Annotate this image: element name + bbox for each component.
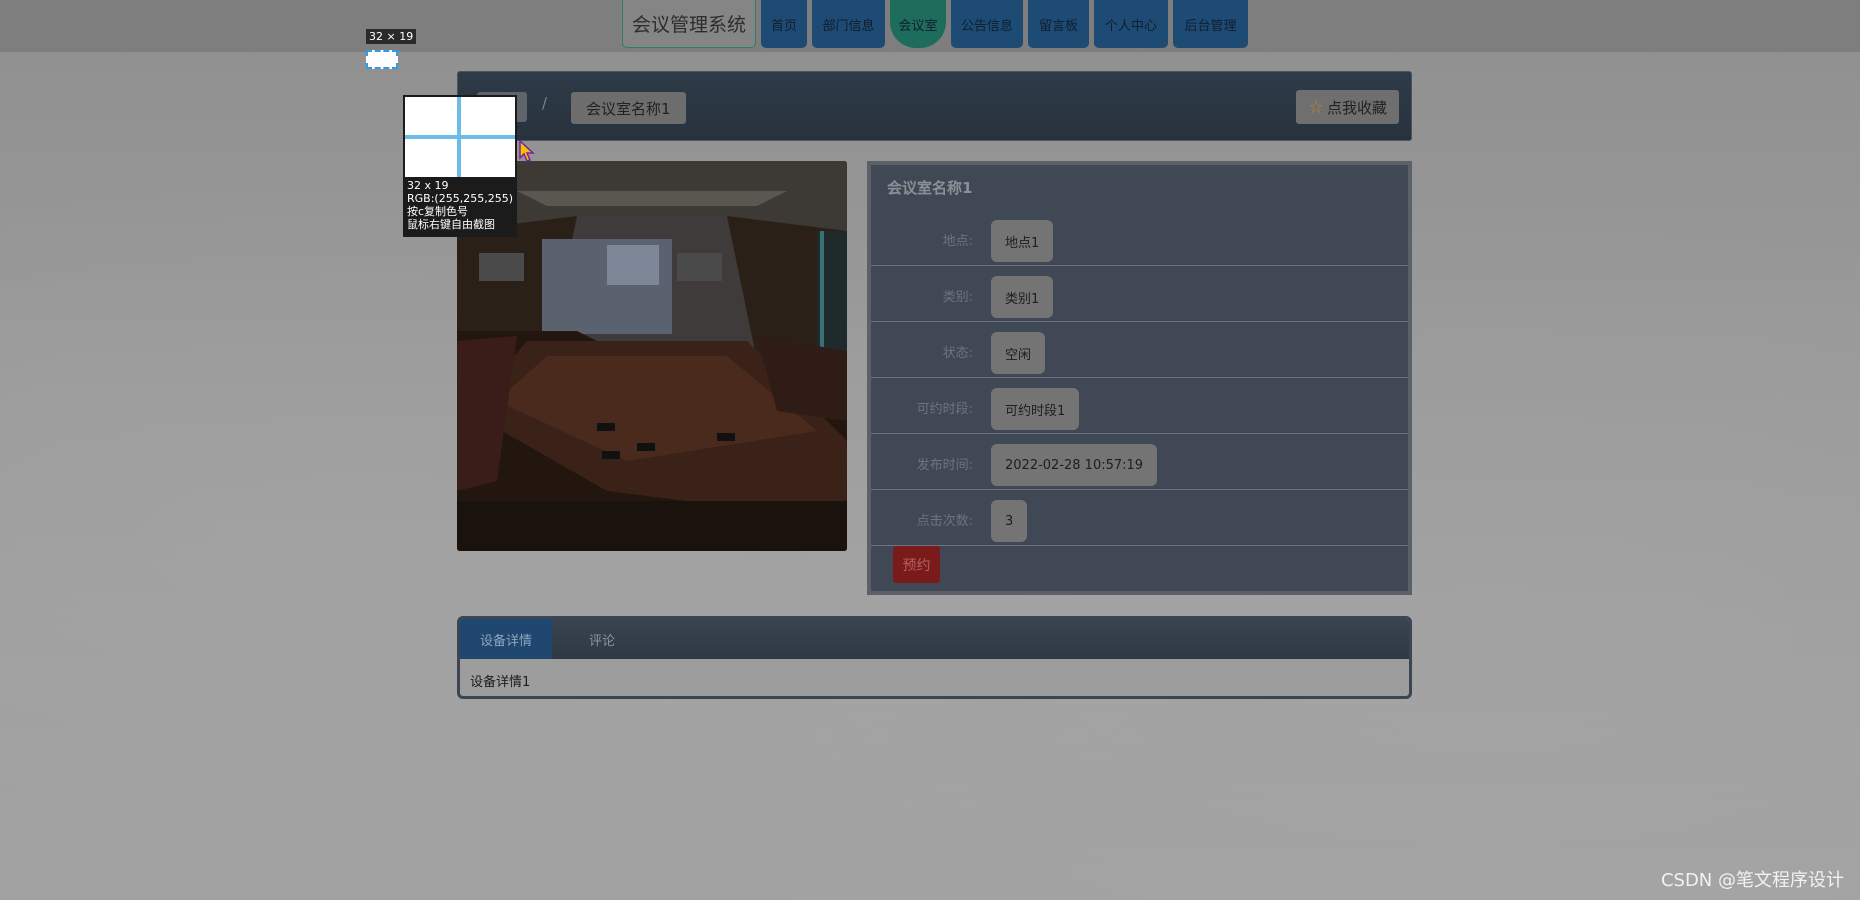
field-value-publish-time: 2022-02-28 10:57:19 [991, 444, 1158, 486]
field-value-status: 空闲 [991, 332, 1046, 374]
selection-box[interactable] [366, 50, 398, 69]
watermark: CSDN @笔文程序设计 [1660, 870, 1844, 891]
detail-tabs: 设备详情 评论 设备详情1 [457, 616, 1412, 699]
field-label-click-count: 点击次数: [916, 514, 973, 529]
nav-announcements[interactable]: 公告信息 [951, 0, 1023, 48]
magnifier-panel: 32 x 19 RGB:(255,255,255) 按c复制色号 鼠标右键自由截… [403, 95, 517, 237]
detail-row: 类别: 类别1 [871, 266, 1408, 322]
detail-row: 点击次数: 3 [871, 490, 1408, 546]
breadcrumb-current[interactable]: 会议室名称1 [571, 92, 686, 124]
reserve-button[interactable]: 预约 [893, 546, 940, 583]
nav-admin[interactable]: 后台管理 [1173, 0, 1248, 48]
nav-meeting-rooms[interactable]: 会议室 [890, 0, 946, 48]
nav-personal-center[interactable]: 个人中心 [1094, 0, 1168, 48]
magnifier-size: 32 x 19 [407, 179, 449, 192]
detail-row: 可约时段: 可约时段1 [871, 378, 1408, 434]
field-label-location: 地点: [942, 234, 973, 249]
breadcrumb: / 会议室名称1 ☆ 点我收藏 [457, 71, 1412, 141]
field-label-time-slot: 可约时段: [916, 402, 973, 417]
magnifier-copy-hint: 按c复制色号 [407, 205, 469, 218]
crosshair-horizontal [405, 135, 515, 139]
tab-bar: 设备详情 评论 [460, 619, 1409, 659]
field-label-category: 类别: [942, 290, 973, 305]
detail-panel: 会议室名称1 地点: 地点1 类别: 类别1 状态: 空闲 可约时段: 可约时段… [867, 161, 1412, 595]
field-value-category: 类别1 [991, 276, 1054, 318]
nav-message-board[interactable]: 留言板 [1028, 0, 1089, 48]
favorite-button[interactable]: ☆ 点我收藏 [1295, 90, 1399, 124]
star-icon: ☆ [1307, 96, 1324, 118]
field-value-click-count: 3 [991, 500, 1028, 542]
favorite-label: 点我收藏 [1326, 98, 1387, 117]
field-label-status: 状态: [942, 346, 973, 361]
nav-departments[interactable]: 部门信息 [812, 0, 885, 48]
detail-row: 地点: 地点1 [871, 210, 1408, 266]
selection-size-label: 32 × 19 [366, 29, 417, 44]
magnifier-capture-hint: 鼠标右键自由截图 [407, 218, 495, 231]
field-label-publish-time: 发布时间: [916, 458, 973, 473]
nav-home[interactable]: 首页 [761, 0, 807, 48]
brand-logo[interactable]: 会议管理系统 [622, 0, 756, 48]
detail-row: 发布时间: 2022-02-28 10:57:19 [871, 434, 1408, 490]
magnifier-info: 32 x 19 RGB:(255,255,255) 按c复制色号 鼠标右键自由截… [407, 179, 513, 231]
mouse-cursor-icon [519, 140, 535, 162]
field-value-time-slot: 可约时段1 [991, 388, 1080, 430]
tab-comments[interactable]: 评论 [552, 619, 652, 659]
main-nav: 会议管理系统 首页 部门信息 会议室 公告信息 留言板 个人中心 后台管理 [622, 0, 1248, 50]
field-value-location: 地点1 [991, 220, 1054, 262]
detail-row: 状态: 空闲 [871, 322, 1408, 378]
tab-content: 设备详情1 [470, 675, 531, 690]
magnifier-rgb: RGB:(255,255,255) [407, 192, 513, 205]
tab-equipment-details[interactable]: 设备详情 [460, 619, 552, 659]
magnifier-view [405, 97, 515, 177]
breadcrumb-separator: / [542, 94, 548, 112]
detail-title: 会议室名称1 [887, 179, 973, 197]
